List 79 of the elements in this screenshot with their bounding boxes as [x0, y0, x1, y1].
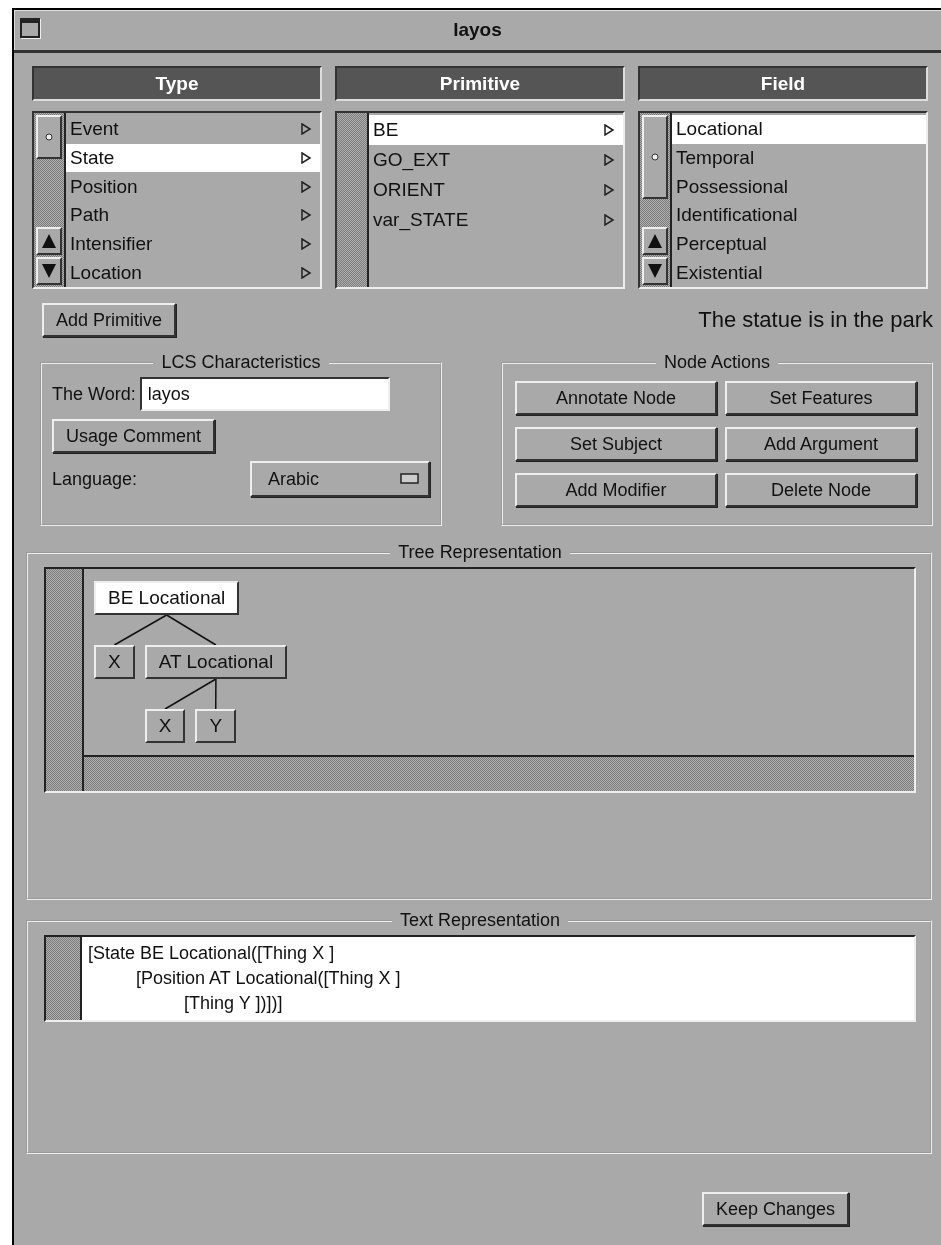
list-item[interactable]: Position: [66, 172, 320, 201]
list-item[interactable]: Temporal: [672, 143, 926, 173]
tree-node[interactable]: Y: [195, 709, 237, 743]
dot-icon: [651, 153, 659, 161]
scroll-up-button[interactable]: [642, 227, 668, 255]
list-item[interactable]: Locational: [672, 115, 926, 144]
scroll-up-icon[interactable]: [647, 233, 663, 249]
tree-node[interactable]: AT Locational: [144, 645, 288, 679]
keep-changes-button[interactable]: Keep Changes: [701, 1192, 849, 1226]
text-line: [Thing Y ])])]: [184, 992, 284, 1015]
submenu-arrow-icon: [300, 152, 312, 164]
add-primitive-button[interactable]: Add Primitive: [42, 303, 177, 337]
group-title: LCS Characteristics: [160, 352, 322, 373]
column-header: Field: [638, 66, 928, 101]
word-label: The Word:: [52, 383, 136, 405]
submenu-arrow-icon: [603, 184, 615, 196]
action-button[interactable]: Add Argument: [725, 427, 917, 461]
dot-icon: [45, 133, 53, 141]
scroll-down-icon[interactable]: [41, 263, 57, 279]
window-title: layos: [453, 19, 502, 41]
action-button[interactable]: Delete Node: [725, 473, 917, 507]
group-title: Tree Representation: [397, 542, 563, 563]
sentence-text: The statue is in the park: [698, 307, 933, 333]
action-button[interactable]: Add Modifier: [515, 473, 717, 507]
list-item[interactable]: Event: [66, 115, 320, 144]
vertical-scrollbar[interactable]: [46, 569, 84, 791]
submenu-arrow-icon: [300, 238, 312, 250]
vertical-scrollbar[interactable]: [46, 937, 82, 1020]
list-item[interactable]: Existential: [672, 258, 926, 287]
list-item[interactable]: Perceptual: [672, 229, 926, 259]
list-item[interactable]: var_STATE: [369, 205, 623, 235]
column-header: Primitive: [335, 66, 625, 101]
window-menu-button[interactable]: [20, 18, 40, 38]
option-indicator-icon: [400, 473, 420, 485]
scroll-down-button[interactable]: [642, 257, 668, 285]
list-item[interactable]: State: [66, 143, 320, 173]
action-button[interactable]: Set Features: [725, 381, 917, 415]
list-item[interactable]: Possessional: [672, 172, 926, 201]
scroll-down-button[interactable]: [36, 257, 62, 285]
action-button[interactable]: Set Subject: [515, 427, 717, 461]
scroll-thumb[interactable]: [36, 115, 62, 159]
scroll-up-icon[interactable]: [41, 233, 57, 249]
submenu-arrow-icon: [300, 180, 312, 193]
submenu-arrow-icon: [603, 154, 615, 166]
text-line: [Position AT Locational([Thing X ]: [136, 967, 402, 990]
group-title: Node Actions: [662, 352, 772, 373]
scrollbar[interactable]: [34, 113, 66, 287]
list-item[interactable]: Location: [66, 258, 320, 287]
submenu-arrow-icon: [603, 124, 615, 136]
scrollbar[interactable]: [337, 113, 369, 287]
action-button[interactable]: Annotate Node: [515, 381, 717, 415]
tree-node[interactable]: X: [94, 645, 135, 679]
list-item[interactable]: BE: [369, 115, 623, 145]
word-field[interactable]: layos: [139, 377, 390, 411]
list-item[interactable]: GO_EXT: [369, 145, 623, 175]
submenu-arrow-icon: [300, 123, 312, 136]
list-item[interactable]: Identificational: [672, 201, 926, 230]
column-header: Type: [32, 66, 322, 101]
connector-line: [113, 614, 168, 646]
scroll-thumb[interactable]: [642, 115, 668, 199]
text-line: [State BE Locational([Thing X ]: [88, 942, 336, 965]
tree-node[interactable]: X: [144, 709, 186, 743]
usage-comment-button[interactable]: Usage Comment: [52, 419, 216, 453]
submenu-arrow-icon: [300, 266, 312, 279]
text-area[interactable]: [State BE Locational([Thing X ] [Position AT Locational([Thing X ] [Thing Y ])])]: [44, 935, 916, 1022]
list-item[interactable]: Path: [66, 201, 320, 230]
language-label: Language:: [52, 468, 138, 490]
connector-line: [165, 614, 217, 646]
horizontal-scrollbar[interactable]: [84, 755, 914, 791]
list-item[interactable]: Intensifier: [66, 229, 320, 259]
language-dropdown[interactable]: Arabic: [250, 461, 430, 497]
list-item[interactable]: ORIENT: [369, 175, 623, 205]
tree-node[interactable]: BE Locational: [94, 581, 240, 615]
scroll-down-icon[interactable]: [647, 263, 663, 279]
submenu-arrow-icon: [300, 209, 312, 222]
submenu-arrow-icon: [603, 214, 615, 226]
scroll-up-button[interactable]: [36, 227, 62, 255]
group-title: Text Representation: [398, 910, 562, 931]
scrollbar[interactable]: [640, 113, 672, 287]
